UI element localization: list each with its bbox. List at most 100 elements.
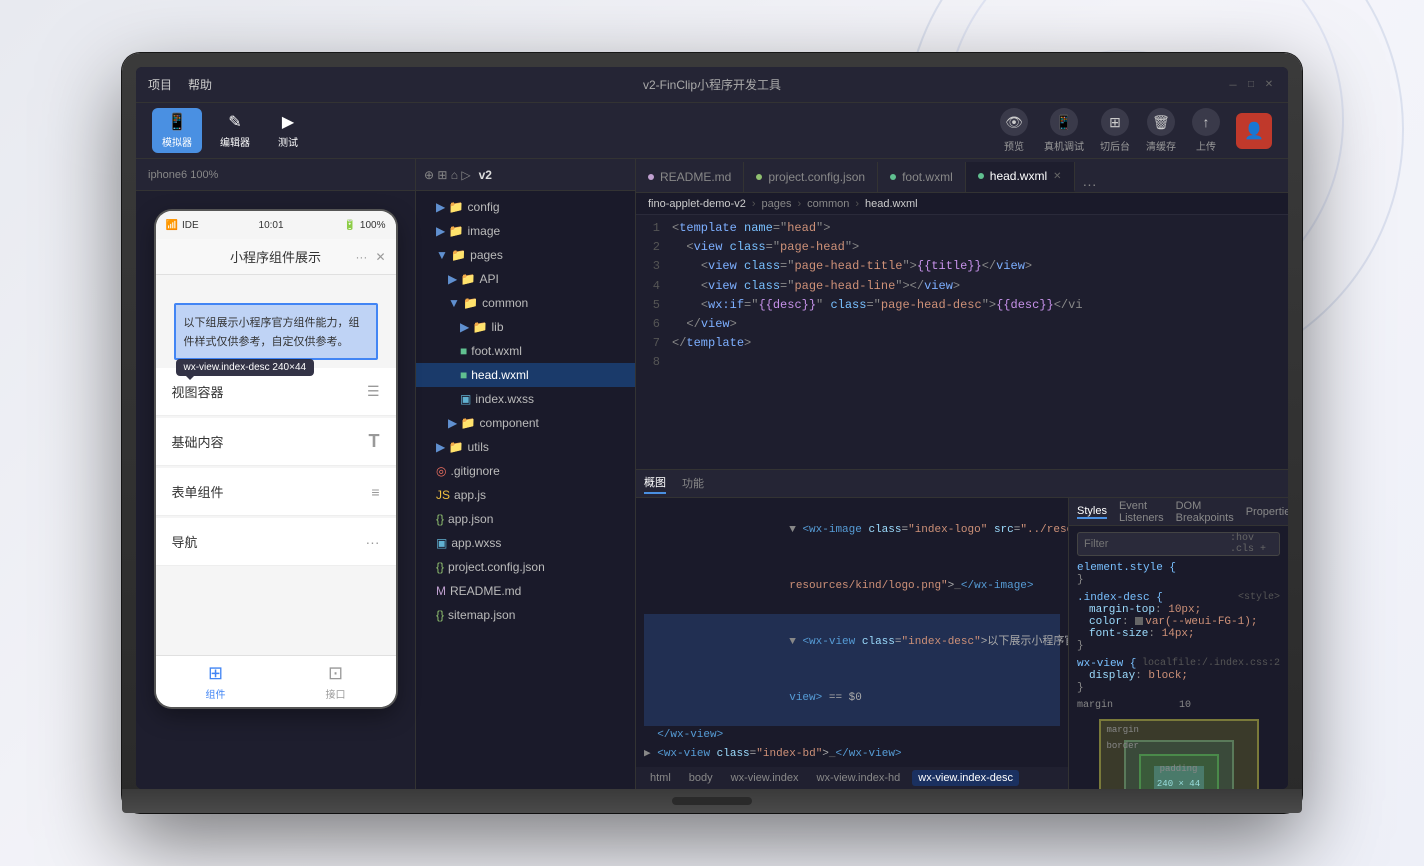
menu-project[interactable]: 项目	[148, 76, 172, 93]
js-icon: JS	[436, 488, 450, 502]
form-label: 表单组件	[172, 482, 224, 501]
file-item-sitemap[interactable]: {} sitemap.json	[416, 603, 635, 627]
device-label: iphone6 100%	[148, 169, 218, 181]
devtools-body: ▼ <wx-image class="index-logo" src="../r…	[636, 498, 1288, 789]
file-item-index-wxss[interactable]: ▣ index.wxss	[416, 387, 635, 411]
close-button[interactable]: ✕	[1262, 78, 1276, 92]
list-item-form[interactable]: 表单组件 ≡	[156, 468, 396, 516]
bc-wx-view-desc[interactable]: wx-view.index-desc	[912, 770, 1019, 786]
styles-tab-props[interactable]: Properties	[1246, 506, 1288, 518]
upload-action[interactable]: ↑ 上传	[1192, 108, 1220, 153]
css-rule-index-desc: .index-desc { <style> margin-top: 10px; …	[1077, 592, 1280, 652]
user-avatar[interactable]: 👤	[1236, 113, 1272, 149]
clear-cache-action[interactable]: 🗑 清缓存	[1146, 108, 1176, 153]
line-content-2: <view class="page-head">	[672, 238, 1288, 257]
html-tree[interactable]: ▼ <wx-image class="index-logo" src="../r…	[636, 498, 1068, 767]
nav-component[interactable]: ⊞ 组件	[156, 663, 276, 701]
tab-label-readme: README.md	[660, 170, 731, 184]
bc-html[interactable]: html	[644, 770, 677, 786]
close-icon[interactable]: ✕	[375, 250, 385, 264]
editor-icon: ✎	[228, 112, 241, 132]
toolbar-right: 👁 预览 📱 真机调试 ⊞ 切后台 🗑 清缓存	[1000, 108, 1272, 153]
folder-icon: ▼ 📁	[448, 296, 478, 310]
file-item-api[interactable]: ▶ 📁 API	[416, 267, 635, 291]
editor-button[interactable]: ✎ 编辑器	[210, 108, 260, 153]
list-item-basic-content[interactable]: 基础内容 T	[156, 418, 396, 466]
json-icon: {}	[436, 512, 444, 526]
git-icon: ◎	[436, 464, 446, 478]
file-item-pages[interactable]: ▼ 📁 pages	[416, 243, 635, 267]
bc-wx-view-index[interactable]: wx-view.index	[725, 770, 805, 786]
app-window: 项目 帮助 v2-FinClip小程序开发工具 － □ ✕ 📱 模拟器	[136, 67, 1288, 789]
code-line-5: 5 <wx:if="{{desc}}" class="page-head-des…	[636, 296, 1288, 315]
file-item-app-json[interactable]: {} app.json	[416, 507, 635, 531]
element-tooltip: wx-view.index-desc 240×44	[176, 359, 315, 376]
devtools-tab-function[interactable]: 功能	[682, 475, 704, 493]
editor-body: 1 <template name="head"> 2 <view class="…	[636, 215, 1288, 789]
arrow-icon[interactable]: ▼	[789, 524, 796, 536]
preview-icon: 👁	[1000, 108, 1028, 136]
code-main[interactable]: 1 <template name="head"> 2 <view class="…	[636, 215, 1288, 469]
minimize-button[interactable]: －	[1226, 78, 1240, 92]
file-item-image[interactable]: ▶ 📁 image	[416, 219, 635, 243]
file-item-utils[interactable]: ▶ 📁 utils	[416, 435, 635, 459]
cut-backend-action[interactable]: ⊞ 切后台	[1100, 108, 1130, 153]
box-model-border: border padding 240 × 44	[1124, 740, 1234, 789]
file-item-common[interactable]: ▼ 📁 common	[416, 291, 635, 315]
file-item-app-js[interactable]: JS app.js	[416, 483, 635, 507]
file-name: API	[480, 272, 499, 286]
devtools-tab-overview[interactable]: 概图	[644, 474, 666, 494]
more-icon[interactable]: ···	[355, 250, 367, 264]
file-name: README.md	[450, 584, 521, 598]
component-nav-label: 组件	[206, 686, 226, 701]
tab-project-config[interactable]: project.config.json	[744, 162, 878, 192]
file-item-readme[interactable]: M README.md	[416, 579, 635, 603]
signal-icon: 📶	[166, 220, 178, 231]
tab-close-icon[interactable]: ✕	[1053, 171, 1061, 182]
menu-help[interactable]: 帮助	[188, 76, 212, 93]
maximize-button[interactable]: □	[1244, 78, 1258, 92]
file-item-gitignore[interactable]: ◎ .gitignore	[416, 459, 635, 483]
folder-icon: ▶ 📁	[436, 224, 464, 238]
preview-action[interactable]: 👁 预览	[1000, 108, 1028, 153]
styles-tab-event[interactable]: Event Listeners	[1119, 500, 1164, 524]
file-item-app-wxss[interactable]: ▣ app.wxss	[416, 531, 635, 555]
bc-wx-view-hd[interactable]: wx-view.index-hd	[811, 770, 907, 786]
debug-button[interactable]: ▶ 测试	[268, 108, 308, 153]
arrow-icon[interactable]: ▼	[789, 636, 796, 648]
file-item-config[interactable]: ▶ 📁 config	[416, 195, 635, 219]
nav-label: 导航	[172, 532, 198, 551]
tab-dot-foot	[890, 174, 896, 180]
list-item-nav[interactable]: 导航 ···	[156, 518, 396, 566]
real-machine-action[interactable]: 📱 真机调试	[1044, 108, 1084, 153]
real-machine-label: 真机调试	[1044, 138, 1084, 153]
file-name: index.wxss	[475, 392, 534, 406]
border-label: border	[1107, 741, 1139, 751]
html-line-3: ▼ <wx-view class="index-desc">以下展示小程序官方组…	[644, 614, 1060, 670]
bc-body[interactable]: body	[683, 770, 719, 786]
nav-api[interactable]: ⊡ 接口	[276, 663, 396, 701]
styles-tab-dom[interactable]: DOM Breakpoints	[1176, 500, 1234, 524]
battery-icon: 🔋	[343, 220, 355, 231]
file-item-foot-wxml[interactable]: ■ foot.wxml	[416, 339, 635, 363]
file-item-project-json[interactable]: {} project.config.json	[416, 555, 635, 579]
file-item-component[interactable]: ▶ 📁 component	[416, 411, 635, 435]
file-root-label: v2	[479, 168, 492, 182]
styles-tab-styles[interactable]: Styles	[1077, 505, 1107, 519]
breadcrumb-sep-3: ›	[855, 198, 859, 210]
more-tabs-button[interactable]: ···	[1075, 176, 1105, 192]
styles-filter-input[interactable]	[1084, 538, 1226, 550]
simulator-button[interactable]: 📱 模拟器	[152, 108, 202, 153]
file-name: project.config.json	[448, 560, 545, 574]
arrow-icon[interactable]: ▶	[644, 748, 651, 760]
file-item-lib[interactable]: ▶ 📁 lib	[416, 315, 635, 339]
styles-body[interactable]: :hov .cls + element.style { }	[1069, 526, 1288, 789]
laptop-base	[122, 789, 1302, 813]
line-num-1: 1	[636, 219, 672, 238]
file-item-head-wxml[interactable]: ■ head.wxml	[416, 363, 635, 387]
tab-head-wxml[interactable]: head.wxml ✕	[966, 162, 1075, 192]
devtools-breadcrumb: html body wx-view.index wx-view.index-hd…	[636, 767, 1068, 789]
line-content-4: <view class="page-head-line"></view>	[672, 277, 1288, 296]
tab-readme[interactable]: README.md	[636, 162, 744, 192]
tab-foot-wxml[interactable]: foot.wxml	[878, 162, 966, 192]
